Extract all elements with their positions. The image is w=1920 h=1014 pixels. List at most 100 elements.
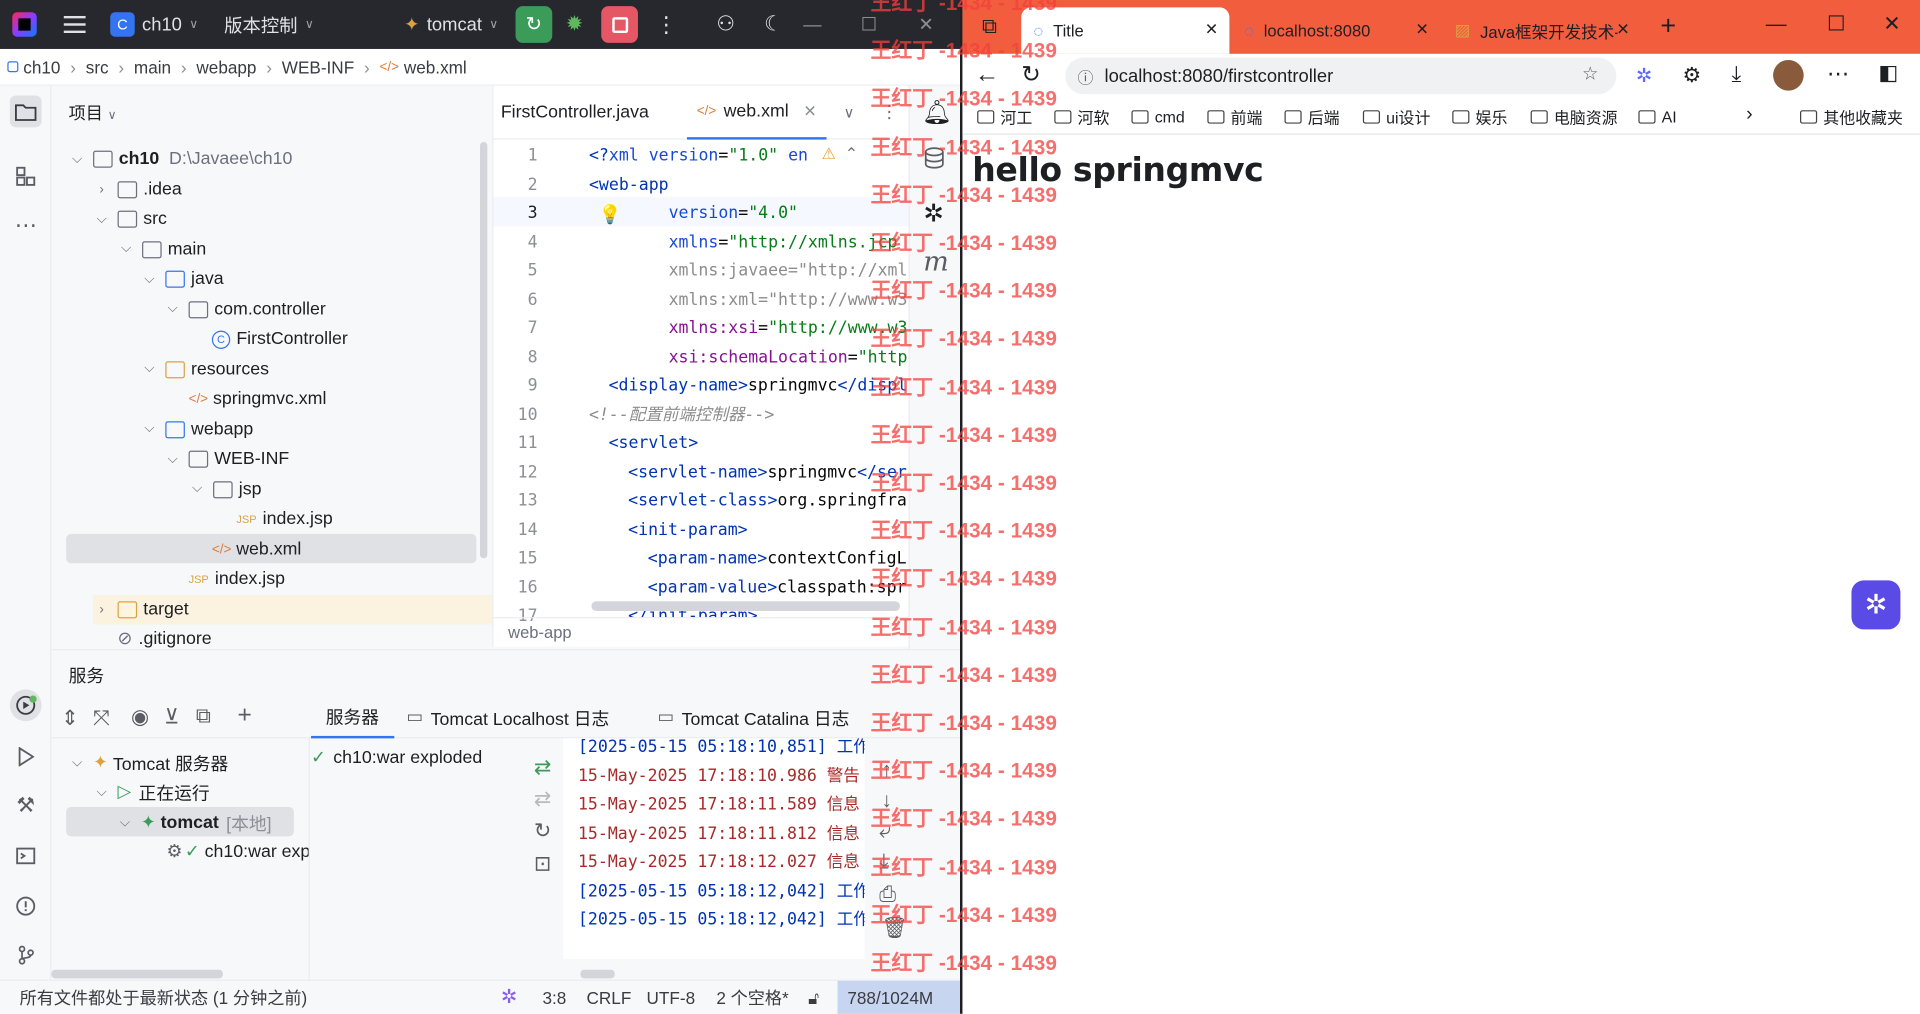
tree-node-com-controller[interactable]: ⌵ com.controller	[164, 294, 326, 323]
favorite-star-icon[interactable]: ☆	[1582, 62, 1598, 85]
bookmark-folder[interactable]: ui设计	[1362, 98, 1430, 135]
tree-node-ch10[interactable]: ⌵ ch10 D:\Javaee\ch10	[69, 144, 293, 173]
project-panel-header[interactable]: 项目 ∨	[69, 100, 117, 124]
add-service-icon[interactable]: +	[238, 702, 252, 730]
puzzle-icon[interactable]: ⚙	[1682, 64, 1701, 88]
extension-icon[interactable]: ✲	[1636, 64, 1652, 88]
tree-node-idea[interactable]: › .idea	[93, 174, 181, 203]
sidebar-icon[interactable]: ◧	[1878, 61, 1898, 85]
problems-tool-icon[interactable]	[10, 890, 42, 922]
unlock-icon[interactable]: 🔓︎	[808, 981, 819, 1014]
server-log[interactable]: [2025-05-15 05:18:10,851] 工作 15-May-2025 …	[563, 738, 865, 959]
tree-node-web-xml[interactable]: </> web.xml	[212, 534, 302, 563]
bookmark-folder[interactable]: 河软	[1054, 98, 1109, 135]
tab-catalina-log[interactable]: ▭ Tomcat Catalina 日志	[658, 697, 850, 739]
tree-node-gitignore[interactable]: ⊘ .gitignore	[118, 624, 212, 649]
tree-node-index-jsp[interactable]: JSP index.jsp	[189, 564, 285, 593]
open-browser-icon[interactable]: ⊡	[534, 852, 551, 876]
main-menu-icon[interactable]	[63, 0, 86, 49]
tree-node-src[interactable]: ⌵ src	[93, 204, 167, 233]
services-tool-icon[interactable]	[9, 689, 42, 722]
warning-indicator[interactable]: ⚠ ⌃	[819, 144, 859, 165]
close-tab-icon[interactable]: ✕	[1205, 20, 1218, 40]
bookmark-folder[interactable]: cmd	[1131, 98, 1185, 135]
indent-setting[interactable]: 2 个空格*	[716, 981, 788, 1014]
tree-node-web-inf[interactable]: ⌵ WEB-INF	[164, 444, 290, 473]
tree-node-artifact[interactable]: ⚙ ✓ ch10:war exp	[167, 838, 311, 867]
copilot-icon[interactable]: ✲	[1851, 580, 1901, 630]
status-message[interactable]: 所有文件都处于最新状态 (1 分钟之前)	[20, 981, 308, 1014]
log-scrollbar[interactable]	[580, 969, 615, 979]
tree-node-target[interactable]: › target	[93, 594, 493, 624]
breadcrumb-item[interactable]: ch10	[23, 57, 60, 77]
info-icon[interactable]: ⓘ	[1078, 65, 1094, 88]
run-config-selector[interactable]: ✦ tomcat ∨	[404, 0, 498, 49]
tab-server[interactable]: 服务器	[311, 697, 394, 739]
caret-position[interactable]: 3:8	[542, 981, 566, 1014]
editor-horizontal-scrollbar[interactable]	[591, 601, 901, 612]
breadcrumb-item[interactable]: webapp	[196, 57, 256, 77]
tree-node-tomcat[interactable]: ⌵ ✦ tomcat [本地]	[116, 808, 272, 837]
breadcrumb-item[interactable]: WEB-INF	[282, 57, 354, 77]
chevron-right-icon[interactable]: ›	[1746, 104, 1753, 126]
line-separator[interactable]: CRLF	[587, 981, 632, 1014]
filter-icon[interactable]: ⊻	[164, 705, 179, 729]
bookmark-folder[interactable]: 电脑资源	[1530, 98, 1618, 135]
more-tools-icon[interactable]: ⋯	[10, 209, 42, 241]
tree-node-java[interactable]: ⌵ java	[141, 264, 223, 293]
terminal-tool-icon[interactable]	[10, 840, 42, 872]
tree-node-springmvc-xml[interactable]: </> springmvc.xml	[189, 384, 327, 413]
close-tab-icon[interactable]: ✕	[803, 102, 816, 122]
collapse-all-icon[interactable]: ⤧	[93, 707, 110, 731]
bookmark-folder[interactable]: AI	[1638, 98, 1677, 135]
stop-button[interactable]	[601, 0, 638, 49]
vcs-menu[interactable]: 版本控制 ∨	[224, 0, 314, 49]
minimize-window-icon[interactable]: —	[803, 0, 821, 49]
project-switcher[interactable]: C ch10 ∨	[110, 0, 198, 49]
tree-node-webapp[interactable]: ⌵ webapp	[141, 414, 253, 443]
tab-web-xml[interactable]: </> web.xml ✕	[686, 86, 827, 140]
breadcrumb-item[interactable]: src	[86, 57, 109, 77]
deploy-icon[interactable]: ⇄	[534, 756, 551, 780]
services-tree-scrollbar[interactable]	[51, 969, 223, 979]
new-tab-icon[interactable]: +	[1660, 10, 1676, 42]
code-text[interactable]: <?xml version="1.0" en ⚠ ⌃ <web-app vers…	[589, 140, 909, 617]
tree-node-resources[interactable]: ⌵ resources	[141, 354, 269, 383]
url-field[interactable]: ⓘ localhost:8080/firstcontroller ☆	[1065, 57, 1617, 95]
file-encoding[interactable]: UTF-8	[647, 981, 696, 1014]
deployment-item[interactable]: ✓ ch10:war exploded	[311, 748, 482, 768]
close-tab-icon[interactable]: ✕	[1616, 20, 1629, 40]
download-icon[interactable]: ⤓	[1731, 61, 1741, 87]
editor-breadcrumb[interactable]: web-app	[493, 617, 909, 646]
redeploy-icon[interactable]: ⇄	[534, 787, 551, 811]
minimize-window-icon[interactable]: —	[1766, 12, 1787, 36]
avatar[interactable]	[1773, 60, 1804, 91]
rerun-button[interactable]: ↻	[515, 0, 553, 49]
bookmark-folder[interactable]: 娱乐	[1452, 98, 1507, 135]
project-scrollbar[interactable]	[480, 142, 488, 559]
close-tab-icon[interactable]: ✕	[1416, 20, 1429, 40]
tab-firstcontroller[interactable]: FirstController.java	[501, 86, 649, 140]
memory-indicator[interactable]: 788/1024M	[837, 980, 961, 1014]
tree-node-main[interactable]: ⌵ main	[118, 234, 206, 263]
chevron-down-icon[interactable]: ∨	[844, 86, 855, 140]
code-editor[interactable]: FirstController.java </> web.xml ✕ ∨ ⋮ 1 2…	[492, 85, 909, 647]
other-bookmarks[interactable]: 其他收藏夹	[1800, 98, 1903, 135]
add-user-icon[interactable]: ⚇	[716, 0, 735, 49]
breadcrumb-item[interactable]: main	[134, 57, 171, 77]
more-actions-icon[interactable]: ⋮	[655, 0, 677, 49]
debug-button[interactable]: ✹	[566, 0, 583, 49]
more-actions-icon[interactable]: ⋯	[1827, 61, 1849, 87]
tree-node-jsp[interactable]: ⌵ jsp	[189, 474, 261, 503]
new-group-icon[interactable]: ⧉	[196, 704, 211, 728]
tree-node-firstcontroller[interactable]: C FirstController	[211, 324, 348, 353]
breadcrumb-item[interactable]: web.xml	[404, 57, 467, 77]
refresh-icon[interactable]: ↻	[534, 819, 551, 843]
tree-node-running[interactable]: ⌵ ▷ 正在运行	[93, 778, 210, 807]
browser-tab-java[interactable]: ▨ Java框架开发技术-2 ✕	[1442, 7, 1638, 54]
tree-node-tomcat-servers[interactable]: ⌵ ✦ Tomcat 服务器	[69, 748, 228, 777]
tree-node-index-jsp[interactable]: JSP index.jsp	[236, 504, 332, 533]
browser-tab-localhost[interactable]: ◌ localhost:8080 ✕	[1232, 7, 1440, 54]
structure-tool-icon[interactable]	[10, 160, 42, 192]
maximize-window-icon[interactable]: ☐	[1827, 12, 1846, 36]
